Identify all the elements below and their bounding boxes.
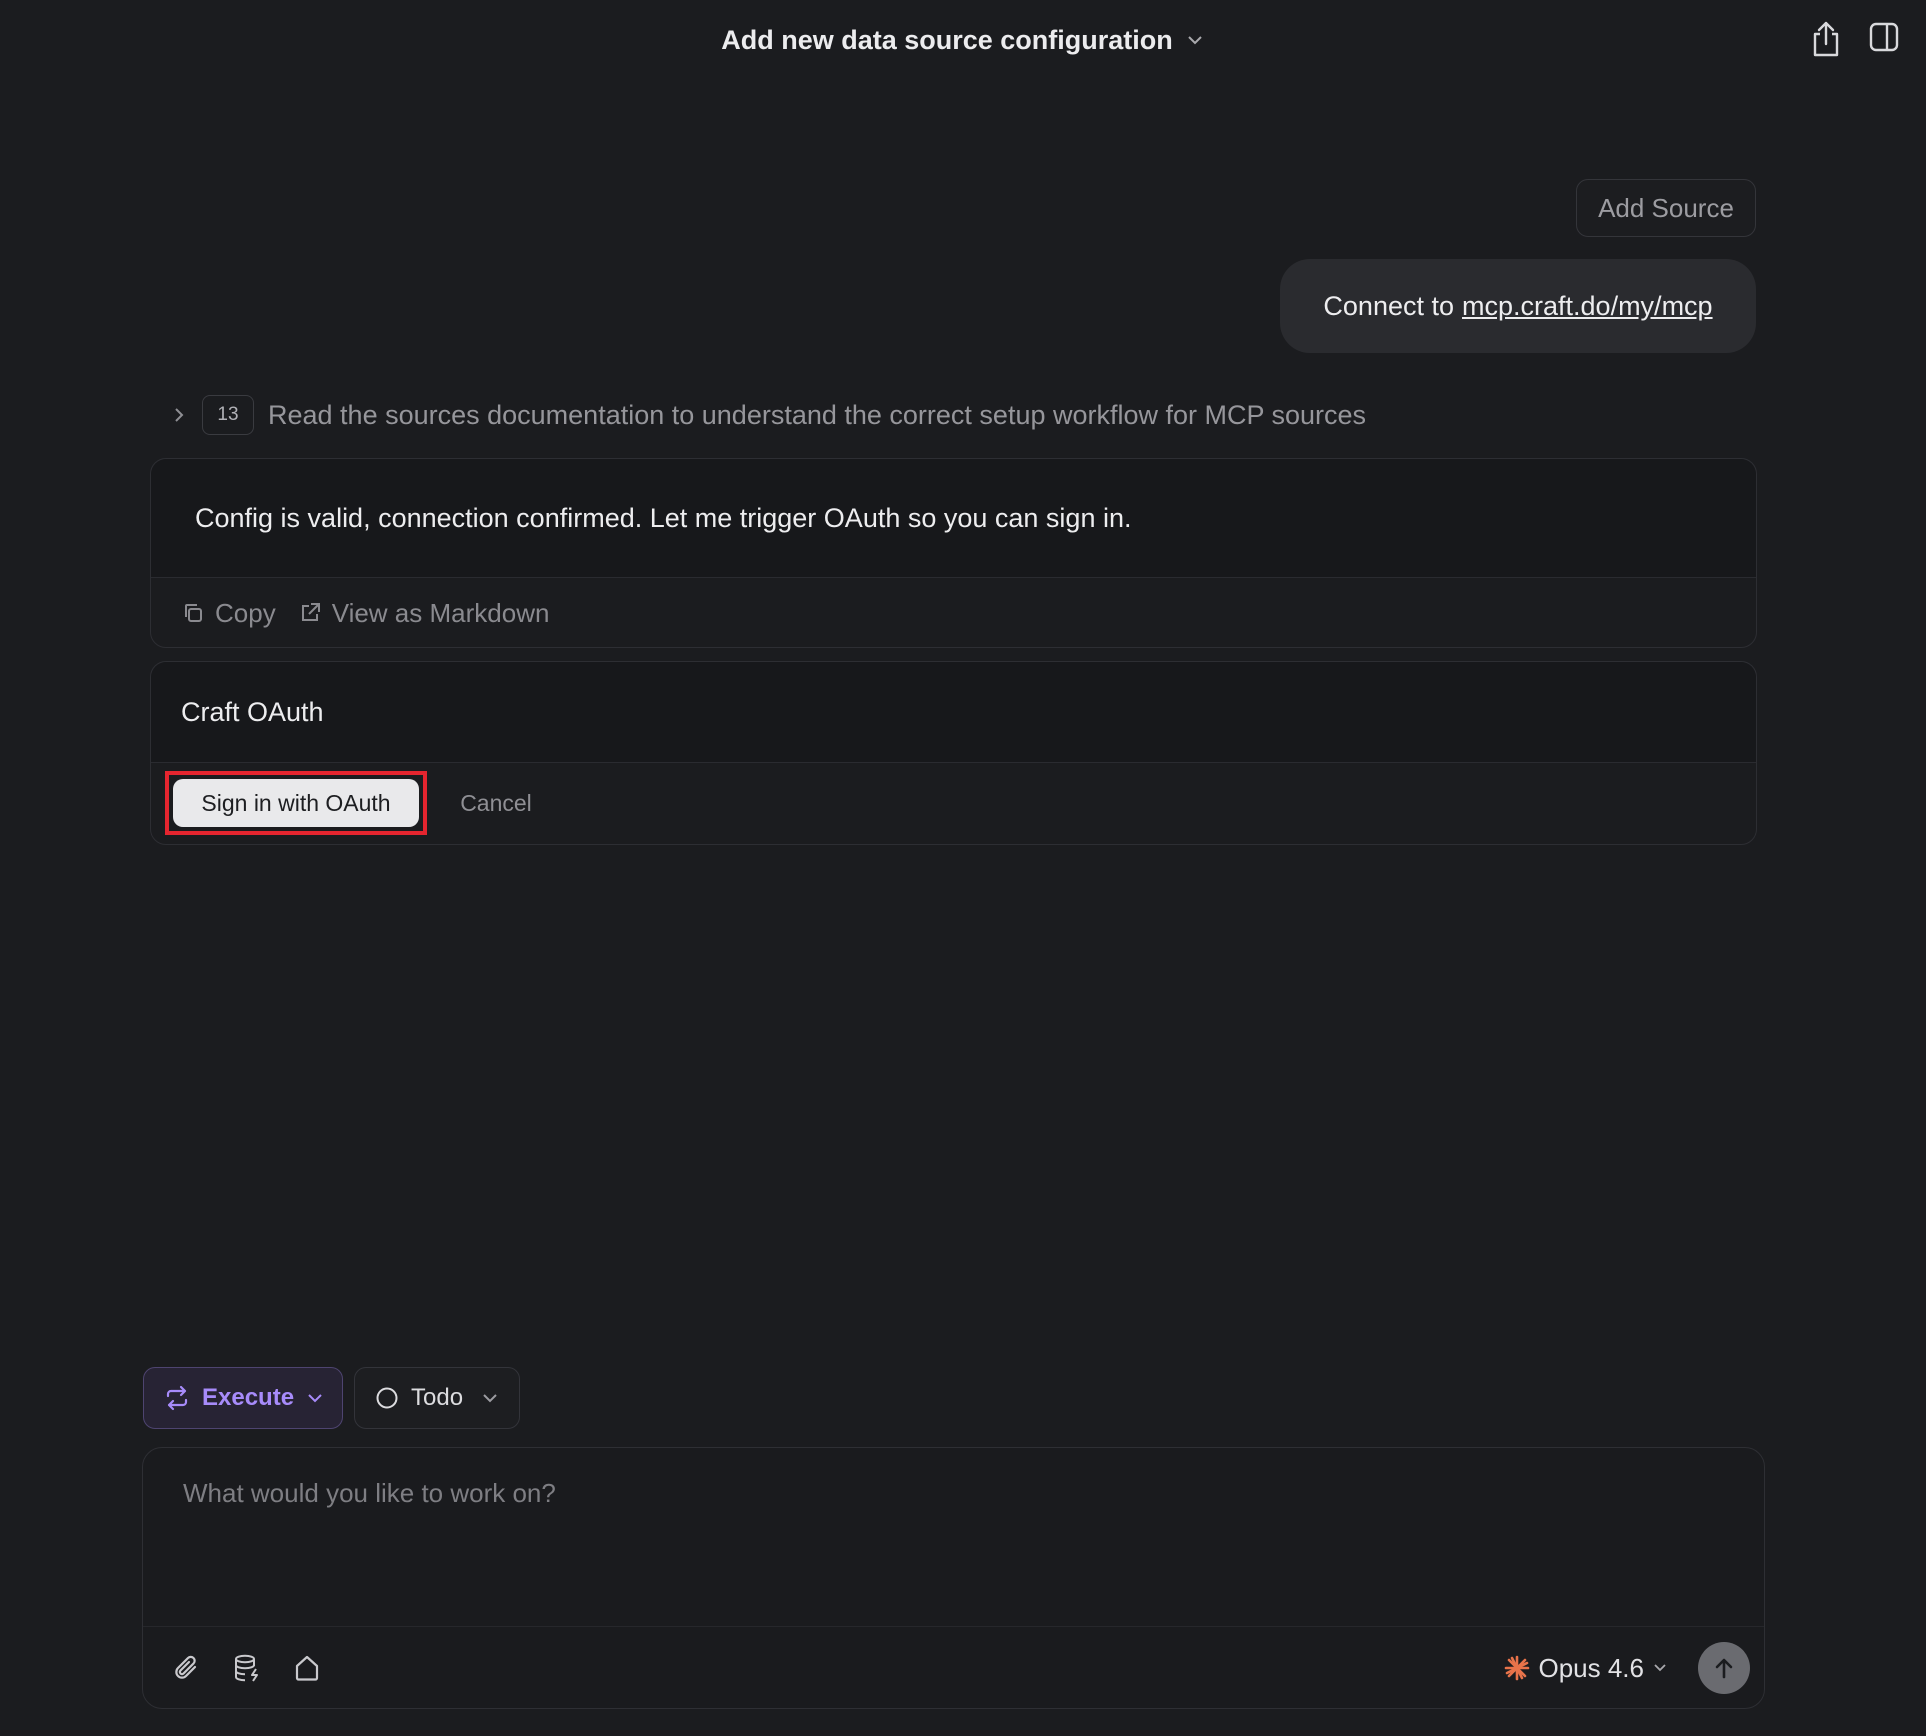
sign-in-oauth-button[interactable]: Sign in with OAuth bbox=[173, 779, 419, 827]
todo-status-dropdown[interactable]: Todo bbox=[354, 1367, 520, 1429]
todo-label: Todo bbox=[411, 1384, 464, 1411]
message-actions: Copy View as Markdown bbox=[151, 578, 1756, 648]
page-title: Add new data source configuration bbox=[721, 24, 1173, 55]
user-message-bubble: Connect to mcp.craft.do/my/mcp bbox=[1280, 259, 1756, 353]
prompt-input[interactable] bbox=[181, 1476, 1725, 1600]
database-icon[interactable] bbox=[227, 1648, 267, 1688]
chevron-down-icon bbox=[481, 1389, 499, 1407]
view-markdown-button[interactable]: View as Markdown bbox=[298, 597, 550, 629]
home-icon[interactable] bbox=[287, 1648, 327, 1688]
copy-label: Copy bbox=[215, 597, 276, 628]
chevron-down-icon bbox=[1185, 30, 1205, 50]
page-title-dropdown[interactable]: Add new data source configuration bbox=[0, 22, 1926, 58]
copy-button[interactable]: Copy bbox=[181, 598, 276, 629]
sidebar-toggle-icon[interactable] bbox=[1868, 20, 1904, 58]
cancel-button[interactable]: Cancel bbox=[441, 779, 551, 827]
model-label: Opus 4.6 bbox=[1538, 1652, 1644, 1683]
model-selector[interactable]: Opus 4.6 bbox=[1504, 1648, 1668, 1688]
paperclip-icon[interactable] bbox=[167, 1648, 207, 1688]
add-source-chip[interactable]: Add Source bbox=[1576, 179, 1756, 237]
chevron-right-icon[interactable] bbox=[168, 404, 190, 426]
chevron-down-icon bbox=[306, 1389, 324, 1407]
oauth-card-actions: Sign in with OAuth Cancel bbox=[151, 763, 1756, 845]
execute-mode-dropdown[interactable]: Execute bbox=[143, 1367, 343, 1429]
chevron-down-icon bbox=[1652, 1660, 1668, 1676]
steps-summary-row[interactable]: 13 Read the sources documentation to und… bbox=[168, 393, 1366, 437]
user-message-link[interactable]: mcp.craft.do/my/mcp bbox=[1462, 291, 1713, 322]
external-link-icon bbox=[298, 601, 322, 625]
view-markdown-label: View as Markdown bbox=[331, 597, 550, 628]
assistant-message-card: Config is valid, connection confirmed. L… bbox=[150, 458, 1757, 648]
share-icon[interactable] bbox=[1808, 20, 1844, 58]
user-message-prefix: Connect to bbox=[1323, 290, 1455, 321]
composer: Opus 4.6 bbox=[142, 1447, 1765, 1709]
oauth-card: Craft OAuth Sign in with OAuth Cancel bbox=[150, 661, 1757, 845]
steps-count-badge: 13 bbox=[202, 395, 254, 435]
execute-label: Execute bbox=[202, 1384, 295, 1411]
oauth-card-title: Craft OAuth bbox=[151, 662, 1756, 763]
copy-icon bbox=[181, 601, 205, 625]
circle-icon bbox=[375, 1386, 399, 1410]
sparkle-icon bbox=[1504, 1655, 1530, 1681]
assistant-message-text: Config is valid, connection confirmed. L… bbox=[151, 459, 1756, 578]
send-button[interactable] bbox=[1698, 1642, 1750, 1694]
repeat-icon bbox=[164, 1385, 190, 1411]
steps-summary-text: Read the sources documentation to unders… bbox=[268, 399, 1367, 430]
arrow-up-icon bbox=[1711, 1655, 1737, 1681]
composer-divider bbox=[143, 1626, 1764, 1627]
